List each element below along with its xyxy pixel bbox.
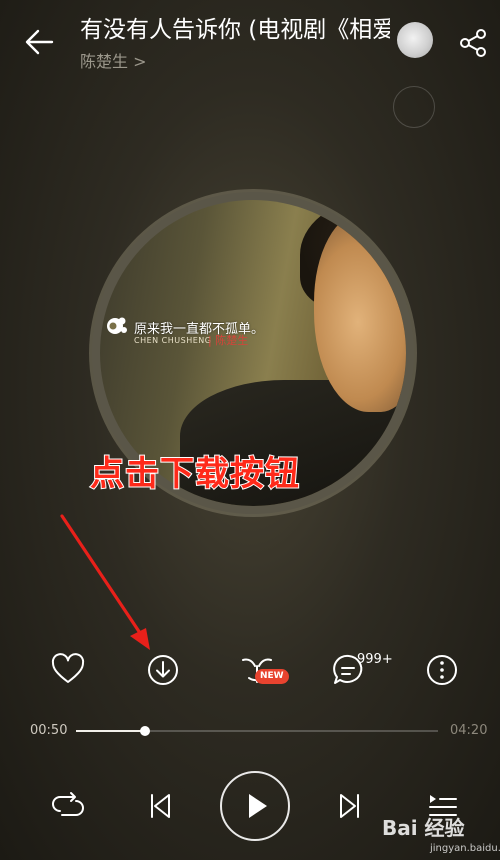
heart-icon	[51, 653, 85, 683]
comment-count: 999+	[357, 652, 393, 667]
watermark-url: jingyan.baidu.com	[430, 843, 500, 854]
back-arrow-icon	[25, 29, 54, 55]
lyrics-toggle-ring[interactable]	[393, 86, 435, 128]
elapsed-time: 00:50	[30, 723, 68, 738]
progress-handle[interactable]	[140, 726, 150, 736]
tutorial-arrow-icon	[60, 514, 150, 650]
back-button[interactable]	[22, 24, 58, 60]
previous-button[interactable]	[140, 786, 180, 826]
previous-icon	[151, 794, 170, 818]
like-button[interactable]	[46, 648, 90, 692]
repeat-icon	[52, 792, 84, 816]
cover-sub-text: CHEN CHUSHENG	[134, 336, 212, 345]
total-time: 04:20	[450, 723, 488, 738]
user-avatar[interactable]	[397, 22, 433, 58]
artist-link[interactable]: 陈楚生 >	[80, 48, 147, 72]
next-icon	[340, 794, 359, 818]
watermark-brand: Bai 经验	[382, 816, 465, 840]
repeat-button[interactable]	[48, 786, 88, 826]
share-icon	[460, 29, 486, 57]
download-button[interactable]	[141, 648, 185, 692]
share-button[interactable]	[456, 26, 490, 60]
play-icon	[249, 794, 267, 818]
cover-artist-tag: | 陈楚生	[208, 334, 249, 347]
next-button[interactable]	[330, 786, 370, 826]
progress-fill	[76, 730, 145, 732]
new-badge: NEW	[255, 669, 289, 684]
more-icon	[427, 655, 457, 685]
song-title: 有没有人告诉你 (电视剧《相爱	[80, 17, 390, 43]
play-button[interactable]	[220, 771, 290, 841]
download-icon	[148, 655, 178, 685]
tutorial-caption: 点击下载按钮	[89, 453, 300, 495]
more-button[interactable]	[420, 648, 464, 692]
